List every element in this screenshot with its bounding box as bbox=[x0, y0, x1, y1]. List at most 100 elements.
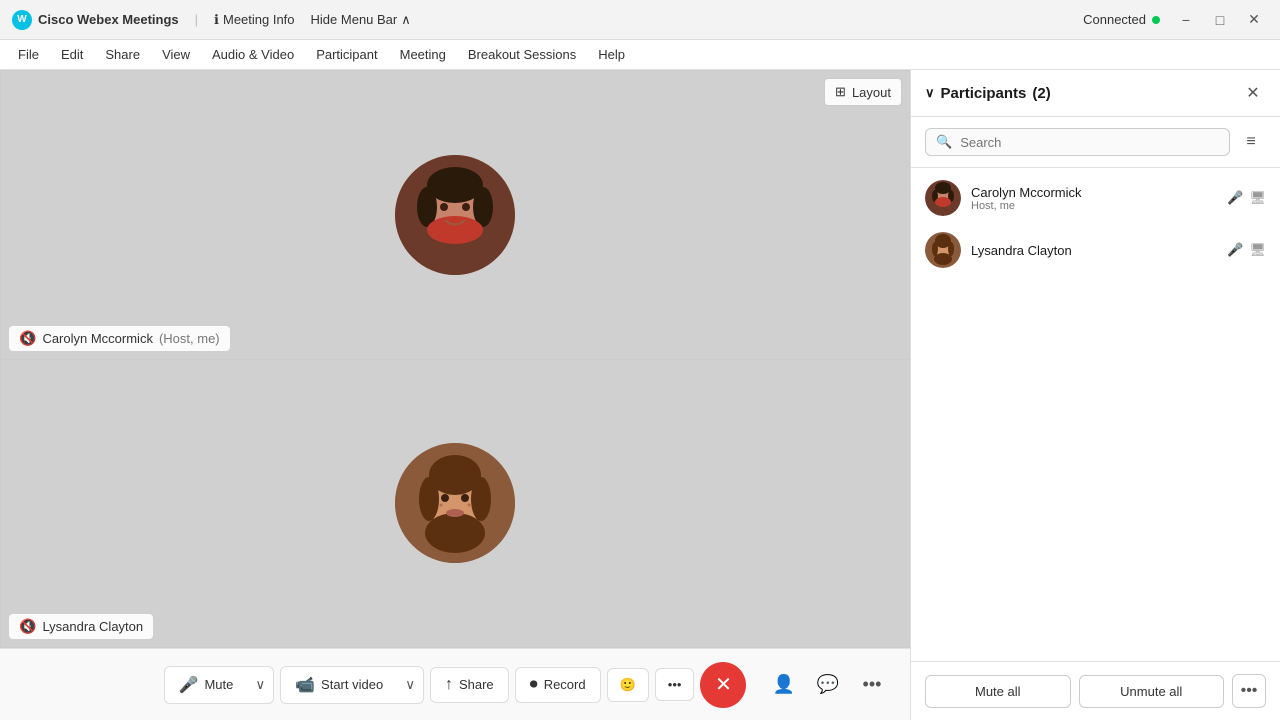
carolyn-participant-role: Host, me bbox=[971, 200, 1217, 212]
hide-menu-label: Hide Menu Bar bbox=[311, 12, 398, 27]
bottom-toolbar: 🎤 Mute ∨ 📹 Start video ∨ ↑ bbox=[0, 648, 910, 720]
panel-title: ∨ Participants (2) bbox=[925, 85, 1051, 102]
menu-bar: File Edit Share View Audio & Video Parti… bbox=[0, 40, 1280, 70]
panel-header: ∨ Participants (2) ✕ bbox=[911, 70, 1280, 117]
participants-icon-button[interactable]: 👤 bbox=[766, 667, 802, 703]
webex-logo-icon: W bbox=[12, 10, 32, 30]
menu-file[interactable]: File bbox=[8, 43, 49, 66]
more-options-button[interactable]: ••• bbox=[854, 667, 890, 703]
more-icon: ••• bbox=[668, 677, 682, 692]
app-title: Cisco Webex Meetings bbox=[38, 12, 179, 27]
participants-list: Carolyn Mccormick Host, me 🎤 🖥 bbox=[911, 168, 1280, 661]
carolyn-participant-icons: 🎤 🖥 bbox=[1227, 190, 1266, 206]
record-label: Record bbox=[544, 677, 586, 692]
main-area: 🔇 Carolyn Mccormick (Host, me) bbox=[0, 70, 1280, 720]
menu-edit[interactable]: Edit bbox=[51, 43, 93, 66]
separator: | bbox=[195, 12, 198, 27]
close-button[interactable]: ✕ bbox=[1240, 10, 1268, 30]
mute-label: Mute bbox=[204, 677, 233, 692]
menu-help[interactable]: Help bbox=[588, 43, 635, 66]
menu-breakout-sessions[interactable]: Breakout Sessions bbox=[458, 43, 586, 66]
mute-button-group: 🎤 Mute ∨ bbox=[164, 666, 275, 704]
title-bar-left: W Cisco Webex Meetings | ℹ Meeting Info … bbox=[12, 10, 411, 30]
search-input-wrap: 🔍 bbox=[925, 128, 1230, 156]
participant-info-lysandra: Lysandra Clayton bbox=[971, 243, 1217, 258]
toolbar-right-icons: 👤 💬 ••• bbox=[766, 667, 890, 703]
mute-all-button[interactable]: Mute all bbox=[925, 675, 1071, 708]
lysandra-participant-name: Lysandra Clayton bbox=[971, 243, 1217, 258]
panel-more-icon: ••• bbox=[1241, 682, 1258, 700]
share-icon: ↑ bbox=[445, 676, 453, 694]
chat-icon-button[interactable]: 💬 bbox=[810, 667, 846, 703]
connected-dot-icon bbox=[1152, 16, 1160, 24]
share-button[interactable]: ↑ Share bbox=[430, 667, 509, 703]
participants-icon: 👤 bbox=[773, 674, 795, 695]
unmute-all-button[interactable]: Unmute all bbox=[1079, 675, 1225, 708]
avatar-carolyn bbox=[395, 155, 515, 275]
carolyn-screen-icon: 🖥 bbox=[1249, 190, 1266, 206]
lysandra-participant-icons: 🎤 🖥 bbox=[1227, 242, 1266, 258]
sort-button[interactable]: ≡ bbox=[1236, 127, 1266, 157]
carolyn-mute-icon: 🔇 bbox=[19, 330, 36, 347]
menu-meeting[interactable]: Meeting bbox=[390, 43, 456, 66]
video-cell-lysandra: 🔇 Lysandra Clayton bbox=[0, 359, 910, 649]
participant-item-lysandra[interactable]: Lysandra Clayton 🎤 🖥 bbox=[911, 224, 1280, 276]
mute-chevron-icon: ∨ bbox=[255, 677, 265, 693]
connection-status: Connected bbox=[1083, 12, 1160, 27]
panel-footer: Mute all Unmute all ••• bbox=[911, 661, 1280, 720]
layout-button[interactable]: ⊞ Layout bbox=[824, 78, 902, 106]
video-arrow-button[interactable]: ∨ bbox=[397, 666, 424, 704]
mute-button[interactable]: 🎤 Mute bbox=[164, 666, 248, 704]
sort-icon: ≡ bbox=[1246, 133, 1255, 151]
lysandra-mic-icon: 🎤 bbox=[1227, 242, 1243, 258]
meeting-info-button[interactable]: ℹ Meeting Info bbox=[214, 12, 295, 28]
hide-menu-button[interactable]: Hide Menu Bar ∧ bbox=[311, 12, 411, 28]
carolyn-mic-icon: 🎤 bbox=[1227, 190, 1243, 206]
start-video-button-group: 📹 Start video ∨ bbox=[280, 666, 424, 704]
menu-share[interactable]: Share bbox=[95, 43, 150, 66]
search-bar: 🔍 ≡ bbox=[911, 117, 1280, 168]
title-bar-right: Connected − □ ✕ bbox=[1083, 10, 1268, 30]
chat-icon: 💬 bbox=[817, 674, 839, 695]
panel-footer-more-button[interactable]: ••• bbox=[1232, 674, 1266, 708]
title-bar: W Cisco Webex Meetings | ℹ Meeting Info … bbox=[0, 0, 1280, 40]
connected-label: Connected bbox=[1083, 12, 1146, 27]
end-call-button[interactable]: ✕ bbox=[700, 662, 746, 708]
mute-icon: 🎤 bbox=[179, 675, 199, 695]
start-video-label: Start video bbox=[321, 677, 383, 692]
mute-arrow-button[interactable]: ∨ bbox=[247, 666, 274, 704]
participant-avatar-lysandra bbox=[925, 232, 961, 268]
video-icon: 📹 bbox=[295, 675, 315, 695]
window-controls: − □ ✕ bbox=[1172, 10, 1268, 30]
participants-count: (2) bbox=[1032, 85, 1050, 102]
more-button[interactable]: ••• bbox=[655, 668, 695, 701]
panel-close-button[interactable]: ✕ bbox=[1240, 80, 1266, 106]
video-cell-carolyn: 🔇 Carolyn Mccormick (Host, me) bbox=[0, 70, 910, 359]
record-button[interactable]: ⏺ Record bbox=[515, 667, 601, 703]
menu-participant[interactable]: Participant bbox=[306, 43, 387, 66]
close-icon: ✕ bbox=[1246, 83, 1259, 103]
lysandra-name: Lysandra Clayton bbox=[42, 619, 143, 634]
layout-icon: ⊞ bbox=[835, 84, 846, 100]
chevron-up-icon: ∧ bbox=[401, 12, 411, 28]
emoji-icon: 🙂 bbox=[620, 677, 636, 693]
search-input[interactable] bbox=[960, 135, 1219, 150]
menu-view[interactable]: View bbox=[152, 43, 200, 66]
lysandra-label: 🔇 Lysandra Clayton bbox=[9, 614, 153, 639]
lysandra-screen-icon: 🖥 bbox=[1249, 242, 1266, 258]
share-label: Share bbox=[459, 677, 494, 692]
start-video-button[interactable]: 📹 Start video bbox=[280, 666, 397, 704]
avatar-lysandra bbox=[395, 443, 515, 563]
emoji-button[interactable]: 🙂 bbox=[607, 668, 649, 702]
maximize-button[interactable]: □ bbox=[1206, 10, 1234, 30]
record-icon: ⏺ bbox=[530, 676, 538, 694]
carolyn-label: 🔇 Carolyn Mccormick (Host, me) bbox=[9, 326, 230, 351]
end-call-icon: ✕ bbox=[715, 672, 732, 697]
video-area: 🔇 Carolyn Mccormick (Host, me) bbox=[0, 70, 910, 720]
video-grid: 🔇 Carolyn Mccormick (Host, me) bbox=[0, 70, 910, 648]
participant-avatar-carolyn bbox=[925, 180, 961, 216]
menu-audio-video[interactable]: Audio & Video bbox=[202, 43, 304, 66]
participant-item-carolyn[interactable]: Carolyn Mccormick Host, me 🎤 🖥 bbox=[911, 172, 1280, 224]
meeting-info-label: Meeting Info bbox=[223, 12, 295, 27]
minimize-button[interactable]: − bbox=[1172, 10, 1200, 30]
